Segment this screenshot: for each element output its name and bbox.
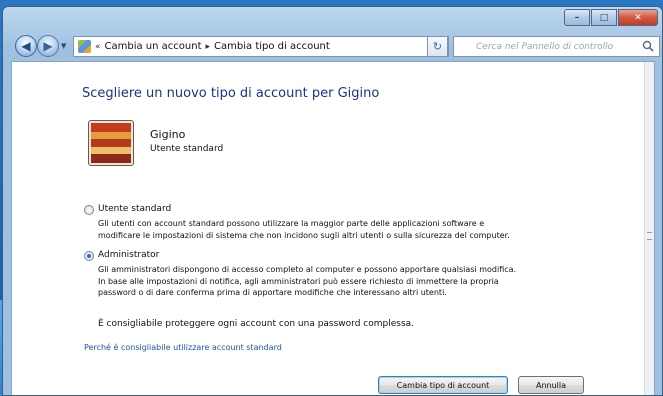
close-button[interactable]: ✕ (618, 9, 658, 26)
description-line: Gli amministratori dispongono di accesso… (98, 265, 517, 274)
option-standard-user-description: Gli utenti con account standard possono … (98, 218, 598, 241)
breadcrumb-separator-icon[interactable]: ▸ (206, 42, 211, 52)
change-account-type-button[interactable]: Cambia tipo di account (378, 376, 508, 394)
navigation-bar: ◀ ▶ ▼ « Cambia un account ▸ Cambia tipo … (3, 33, 662, 59)
vertical-scrollbar[interactable] (644, 62, 654, 395)
cancel-button[interactable]: Annulla (518, 376, 584, 394)
caption-buttons: – □ ✕ (564, 9, 658, 26)
control-panel-window: – □ ✕ ◀ ▶ ▼ « Cambia un account ▸ Cambia… (2, 6, 663, 396)
back-button[interactable]: ◀ (15, 35, 37, 57)
why-standard-accounts-link[interactable]: Perché è consigliabile utilizzare accoun… (84, 343, 282, 352)
option-standard-user-label[interactable]: Utente standard (98, 204, 171, 214)
address-bar[interactable]: « Cambia un account ▸ Cambia tipo di acc… (73, 36, 449, 57)
option-administrator-description: Gli amministratori dispongono di accesso… (98, 264, 598, 299)
maximize-button[interactable]: □ (591, 9, 617, 26)
description-line: In base alle impostazioni di notifica, a… (98, 276, 499, 286)
radio-standard-user[interactable] (84, 205, 94, 215)
user-avatar (88, 120, 134, 166)
control-panel-icon (78, 40, 91, 53)
user-avatar-image (91, 123, 131, 163)
search-input[interactable]: Cerca nel Pannello di controllo (453, 36, 660, 57)
description-line: Gli utenti con account standard possono … (98, 219, 485, 228)
forward-button[interactable]: ▶ (37, 35, 59, 57)
password-advice: È consigliabile proteggere ogni account … (98, 319, 415, 329)
refresh-button[interactable]: ↻ (427, 36, 448, 57)
search-icon[interactable] (642, 40, 654, 52)
breadcrumb-cambia-un-account[interactable]: Cambia un account (105, 41, 202, 52)
option-administrator-label[interactable]: Administrator (98, 250, 159, 260)
search-placeholder: Cerca nel Pannello di controllo (476, 41, 614, 52)
breadcrumb-cambia-tipo-di-account[interactable]: Cambia tipo di account (214, 41, 330, 52)
user-name: Gigino (150, 128, 186, 141)
description-line: password o di dare conferma prima di app… (98, 288, 447, 297)
content-pane: Scegliere un nuovo tipo di account per G… (11, 61, 655, 395)
radio-administrator[interactable] (84, 251, 94, 261)
user-account-type: Utente standard (150, 144, 224, 154)
recent-pages-dropdown-icon[interactable]: ▼ (61, 42, 66, 50)
description-line: modificare le impostazioni di sistema ch… (98, 230, 510, 240)
breadcrumb-overflow-icon[interactable]: « (95, 42, 101, 52)
page-title: Scegliere un nuovo tipo di account per G… (82, 86, 380, 101)
scrollbar-grip[interactable] (647, 232, 652, 240)
minimize-button[interactable]: – (564, 9, 590, 26)
